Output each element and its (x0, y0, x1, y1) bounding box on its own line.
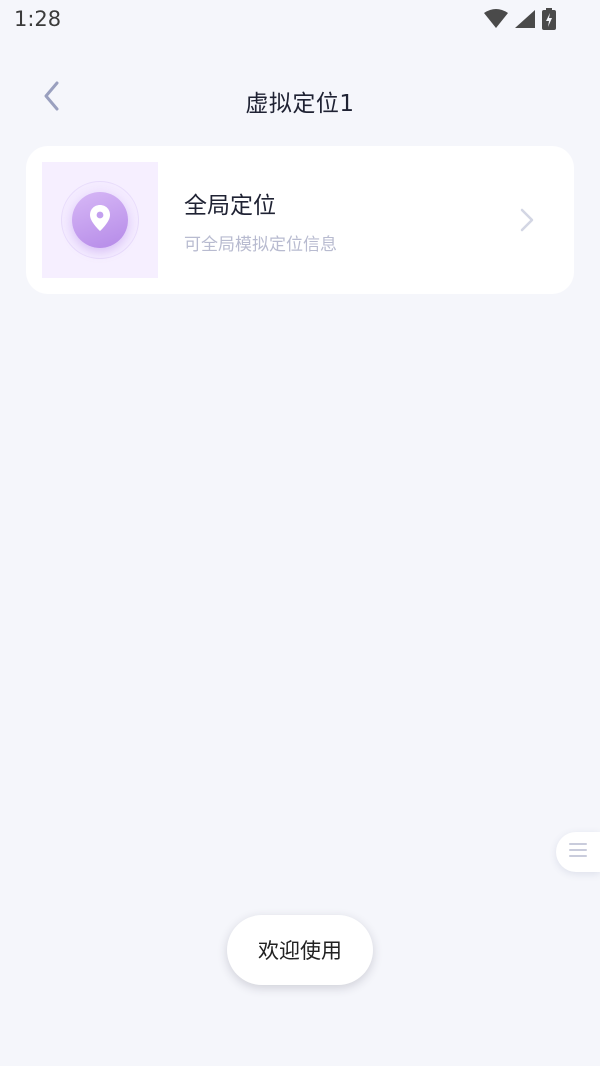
cell-signal-icon (514, 9, 536, 29)
wifi-icon (484, 9, 508, 29)
location-pin-icon (89, 204, 111, 236)
chevron-right-icon (520, 208, 534, 236)
global-location-card[interactable]: 全局定位 可全局模拟定位信息 (26, 146, 574, 294)
card-thumbnail (42, 162, 158, 278)
menu-lines-icon (569, 842, 587, 862)
card-title: 全局定位 (184, 193, 276, 219)
battery-charging-icon (542, 8, 556, 30)
welcome-toast: 欢迎使用 (227, 915, 373, 985)
card-subtitle: 可全局模拟定位信息 (184, 235, 337, 255)
screen: 1:28 虚拟定位1 全局定位 可全局模拟定位信息 欢迎使用 (0, 0, 600, 1066)
pin-ring (61, 181, 139, 259)
status-icons (484, 8, 556, 30)
pin-circle (72, 192, 128, 248)
status-time: 1:28 (14, 7, 62, 31)
header: 虚拟定位1 (0, 70, 600, 126)
page-title: 虚拟定位1 (245, 91, 355, 117)
status-bar: 1:28 (0, 0, 600, 40)
floating-menu-handle[interactable] (556, 832, 600, 872)
